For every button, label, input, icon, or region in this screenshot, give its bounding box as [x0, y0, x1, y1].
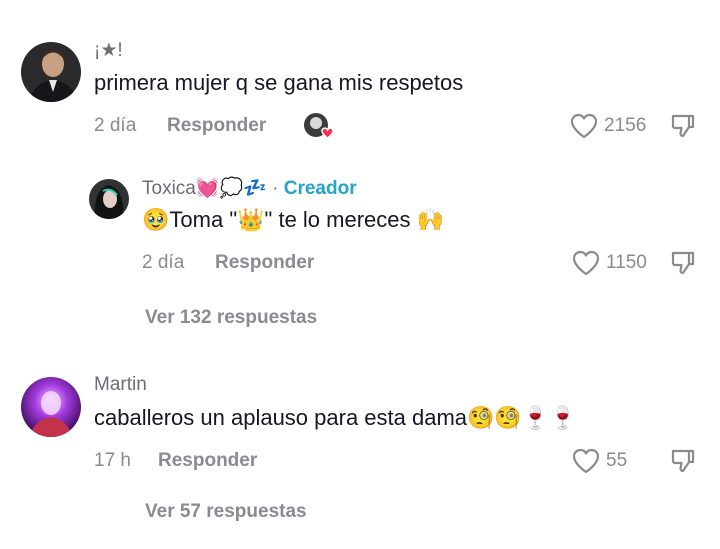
- creator-badge: Creador: [283, 178, 357, 199]
- dislike-button[interactable]: [670, 448, 696, 474]
- heart-icon: [570, 113, 598, 139]
- like-button[interactable]: [572, 250, 600, 276]
- like-count: 2156: [604, 115, 647, 136]
- comment-emoji: 🧐🧐🍷🍷: [467, 406, 577, 431]
- view-replies-button[interactable]: Ver 132 respuestas: [145, 307, 317, 329]
- comment-text: 🥹Toma "👑" te lo mereces 🙌: [142, 207, 444, 233]
- reply-button[interactable]: Responder: [215, 252, 314, 274]
- like-button[interactable]: [572, 448, 600, 474]
- comment-time: 2 día: [142, 252, 185, 273]
- comment-username[interactable]: Martin: [94, 374, 147, 396]
- raised-hands-emoji: 🙌: [416, 208, 445, 233]
- avatar-user-3[interactable]: [21, 377, 81, 437]
- username-emoji: 💓💭💤: [195, 177, 267, 199]
- text-part-a: Toma ": [169, 207, 238, 232]
- comment-username[interactable]: ¡★!: [94, 39, 123, 62]
- creator-liked-icon: [302, 111, 334, 141]
- like-count: 55: [606, 450, 628, 471]
- reply-button[interactable]: Responder: [158, 450, 257, 472]
- thumbs-down-icon: [671, 449, 695, 473]
- dislike-button[interactable]: [670, 113, 696, 139]
- username-text: Toxica: [142, 178, 196, 199]
- like-count: 1150: [606, 252, 647, 273]
- thumbs-down-icon: [671, 251, 695, 275]
- comment-username[interactable]: Toxica💓💭💤 · Creador: [142, 176, 357, 200]
- reply-button[interactable]: Responder: [167, 115, 266, 137]
- heart-icon: [572, 250, 600, 276]
- dislike-button[interactable]: [670, 250, 696, 276]
- comment-text: caballeros un aplauso para esta dama🧐🧐🍷🍷: [94, 405, 577, 431]
- avatar-user-2[interactable]: [89, 179, 129, 219]
- crown-emoji: 👑: [237, 208, 265, 233]
- comment-time: 17 h: [94, 450, 131, 471]
- like-button[interactable]: [570, 113, 598, 139]
- comment-time: 2 día: [94, 115, 137, 136]
- avatar-user-1[interactable]: [21, 42, 81, 102]
- text-part-b: " te lo mereces: [264, 207, 411, 232]
- view-replies-button[interactable]: Ver 57 respuestas: [145, 501, 307, 523]
- heart-icon: [572, 448, 600, 474]
- thumbs-down-icon: [671, 114, 695, 138]
- comment-text: primera mujer q se gana mis respetos: [94, 70, 464, 95]
- comment-text-body: caballeros un aplauso para esta dama: [94, 405, 468, 430]
- pleading-face-emoji: 🥹: [142, 208, 170, 233]
- badge-separator: ·: [272, 178, 279, 199]
